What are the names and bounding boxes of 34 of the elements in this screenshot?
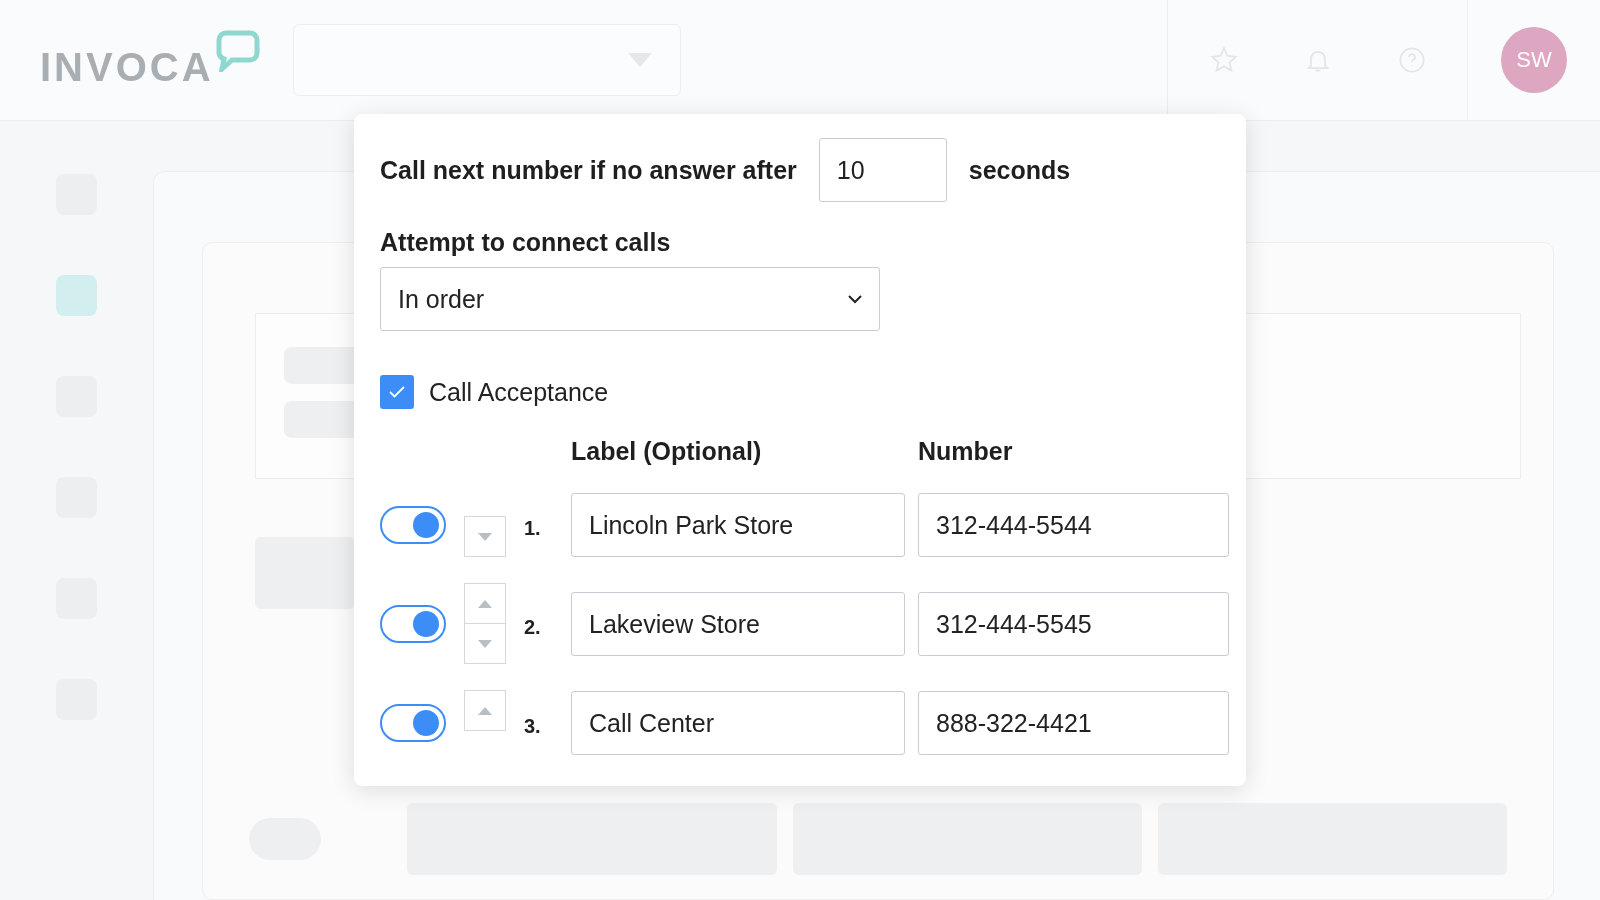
row-number: 3.: [524, 714, 541, 738]
row-number: 2.: [524, 615, 541, 639]
move-down-button[interactable]: [464, 516, 506, 557]
down-arrow-icon: [478, 639, 492, 648]
label-input[interactable]: Lakeview Store: [571, 592, 905, 656]
number-input[interactable]: 312-444-5544: [918, 493, 1229, 557]
checkbox-label: Call Acceptance: [429, 377, 609, 407]
logo-text: INVOCA: [40, 45, 214, 90]
move-up-button[interactable]: [464, 583, 506, 624]
toggle-switch[interactable]: [380, 506, 446, 544]
move-up-button[interactable]: [464, 690, 506, 731]
speech-bubble-icon: [215, 30, 260, 72]
seconds-label: seconds: [968, 155, 1071, 185]
number-input[interactable]: 888-322-4421: [918, 691, 1229, 755]
move-down-button[interactable]: [464, 623, 506, 664]
column-header: Label (Optional): [571, 437, 763, 466]
order-select[interactable]: In order: [380, 267, 880, 331]
chevron-down-icon: [848, 294, 862, 304]
order-label: Attempt to connect calls: [380, 228, 672, 257]
number-input[interactable]: 312-444-5545: [918, 592, 1229, 656]
up-arrow-icon: [478, 599, 492, 608]
label-input[interactable]: Call Center: [571, 691, 905, 755]
label-input[interactable]: Lincoln Park Store: [571, 493, 905, 557]
checkbox[interactable]: [380, 375, 414, 409]
toggle-switch[interactable]: [380, 605, 446, 643]
sidebar-item[interactable]: [56, 275, 97, 316]
timeout-input[interactable]: 10: [818, 138, 947, 202]
timeout-label: Call next number if no answer after: [380, 155, 797, 185]
column-header: Number: [918, 437, 1014, 466]
down-arrow-icon: [478, 532, 492, 541]
toggle-switch[interactable]: [380, 704, 446, 742]
up-arrow-icon: [478, 706, 492, 715]
checkmark-icon: [389, 386, 405, 398]
row-number: 1.: [524, 516, 541, 540]
